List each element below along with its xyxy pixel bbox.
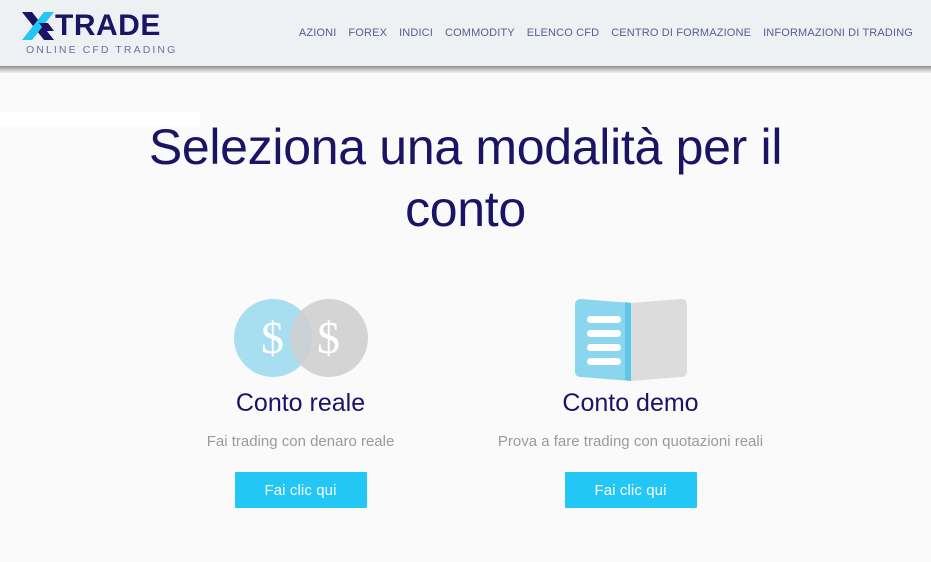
dollar-sign-gray: $ [317,312,340,363]
dollar-sign-blue: $ [261,312,284,363]
account-mode-options: $ $ Conto reale Fai trading con denaro r… [0,288,931,508]
real-account-icon-area: $ $ [233,288,368,388]
nav-item-centro-di-formazione[interactable]: CENTRO DI FORMAZIONE [605,23,757,43]
option-card-real-account[interactable]: $ $ Conto reale Fai trading con denaro r… [136,288,466,508]
demo-account-subtitle: Prova a fare trading con quotazioni real… [497,433,764,450]
demo-account-cta-button[interactable]: Fai clic qui [564,472,697,508]
coin-gray: $ [289,299,368,377]
logo-tagline: ONLINE CFD TRADING [26,43,178,56]
nav-item-forex[interactable]: FOREX [342,23,393,43]
real-account-title: Conto reale [235,389,366,417]
logo-text: TRADE [55,8,161,42]
option-card-demo-account[interactable]: Conto demo Prova a fare trading con quot… [466,288,796,508]
demo-account-title: Conto demo [562,389,699,417]
page-title: Seleziona una modalità per il conto [148,119,783,237]
logo-wordmark: TRADE [22,8,161,42]
real-account-subtitle: Fai trading con denaro reale [206,433,395,450]
nav-item-azioni[interactable]: AZIONI [293,23,343,43]
demo-account-icon-area [569,288,693,388]
nav-item-informazioni-di-trading[interactable]: INFORMAZIONI DI TRADING [757,23,919,43]
open-book-icon [574,299,687,381]
x-mark-logo-icon [22,11,54,40]
nav-item-indici[interactable]: INDICI [393,23,439,43]
nav-item-commodity[interactable]: COMMODITY [439,23,521,43]
real-account-cta-button[interactable]: Fai clic qui [234,472,367,508]
main-content: Seleziona una modalità per il conto $ $ … [0,66,931,508]
site-header: TRADE ONLINE CFD TRADING AZIONI FOREX IN… [0,0,931,73]
nav-item-elenco-cfd[interactable]: ELENCO CFD [521,23,605,43]
coins-dollar-icon: $ $ [233,299,368,377]
main-navigation: AZIONI FOREX INDICI COMMODITY ELENCO CFD… [293,23,919,43]
site-logo[interactable]: TRADE ONLINE CFD TRADING [22,8,202,56]
